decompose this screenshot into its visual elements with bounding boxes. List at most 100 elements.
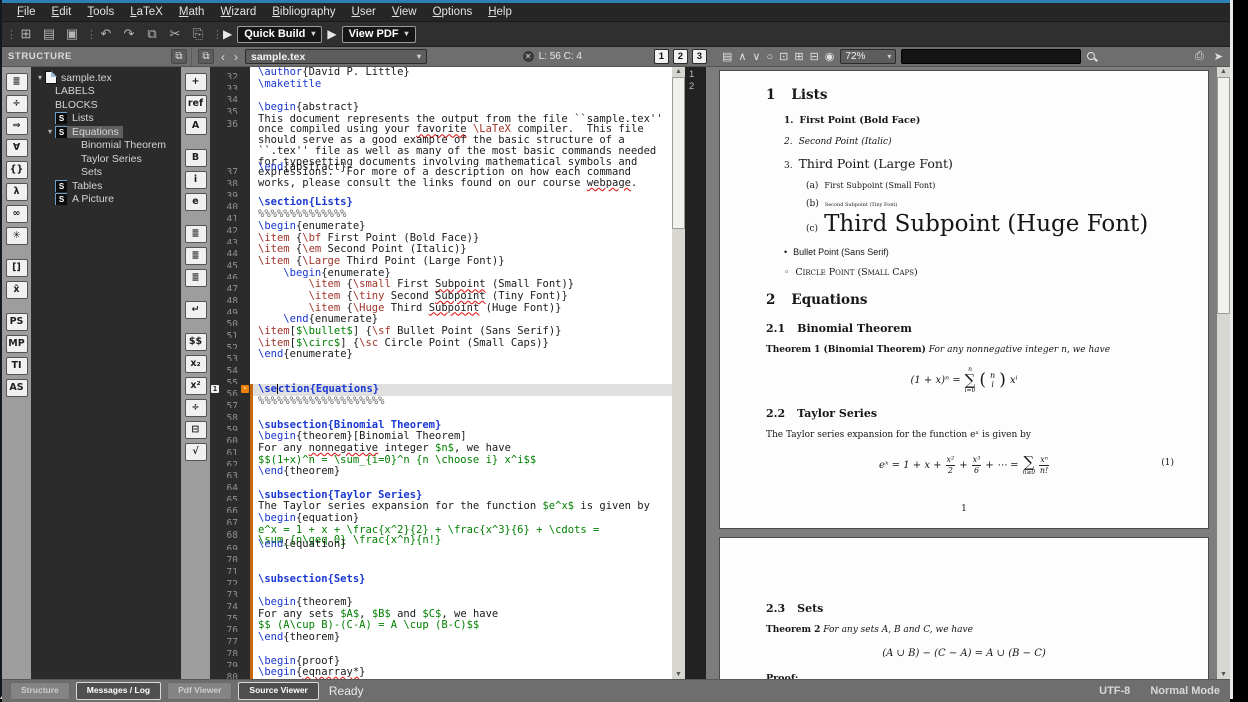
pstricks-icon[interactable]: PS <box>6 313 28 331</box>
accents-icon[interactable]: x̄ <box>6 281 28 299</box>
statusbar-tab-messages-log[interactable]: Messages / Log <box>76 682 161 700</box>
fold-marker-icon[interactable]: - <box>241 385 249 393</box>
tikz-icon[interactable]: TI <box>6 357 28 375</box>
close-file-icon[interactable]: ✕ <box>523 51 534 62</box>
menu-options[interactable]: Options <box>426 5 480 19</box>
bold-icon[interactable]: B <box>185 149 207 167</box>
continuous-view-icon[interactable]: ⊟ <box>809 50 820 63</box>
code-text[interactable]: %%%%%%%%%%%%%%%%%%%% <box>253 396 672 408</box>
structure-item-sample-tex[interactable]: ▾sample.tex <box>31 71 181 85</box>
structure-item-blocks[interactable]: BLOCKS <box>31 98 181 112</box>
menu-tools[interactable]: Tools <box>80 5 121 19</box>
code-text[interactable] <box>253 174 672 186</box>
scroll-up-icon[interactable]: ▲ <box>675 67 682 76</box>
expander-icon[interactable]: ▾ <box>45 127 55 136</box>
align-left-icon[interactable]: ≣ <box>185 225 207 243</box>
code-text[interactable]: e^x = 1 + x + \frac{x^2}{2} + \frac{x^3}… <box>253 525 672 539</box>
emph-icon[interactable]: e <box>185 193 207 211</box>
editor-view-2-button[interactable]: 2 <box>673 49 688 64</box>
pdf-page-list-item[interactable]: 1 <box>685 69 706 81</box>
frac-icon[interactable]: ÷ <box>185 399 207 417</box>
run-viewpdf-icon[interactable]: ▶ <box>327 27 336 41</box>
code-text[interactable] <box>253 550 672 562</box>
menu-wizard[interactable]: Wizard <box>213 5 263 19</box>
copy-icon[interactable]: ⧉ <box>143 25 161 43</box>
scroll-down-icon[interactable]: ▼ <box>675 670 682 679</box>
structure-item-labels[interactable]: LABELS <box>31 85 181 99</box>
structure-item-lists[interactable]: SLists <box>31 112 181 126</box>
align-center-icon[interactable]: ≣ <box>185 247 207 265</box>
left-delimiters-icon[interactable]: [] <box>6 259 28 277</box>
code-text[interactable]: \maketitle <box>253 79 672 91</box>
code-text[interactable]: \begin{eqnarray*} <box>253 667 672 679</box>
math-mode-icon[interactable]: $$ <box>185 333 207 351</box>
subscript-icon[interactable]: x₂ <box>185 355 207 373</box>
cut-icon[interactable]: ✂ <box>166 25 184 43</box>
menu-help[interactable]: Help <box>481 5 519 19</box>
editor-line-57[interactable]: 57%%%%%%%%%%%%%%%%%%%% <box>210 396 672 408</box>
editor-view-3-button[interactable]: 3 <box>692 49 707 64</box>
statusbar-tab-pdf-viewer[interactable]: Pdf Viewer <box>167 682 232 700</box>
next-page-icon[interactable]: ∨ <box>751 50 761 63</box>
pdf-search-input[interactable] <box>901 49 1081 64</box>
newline-icon[interactable]: ↵ <box>185 301 207 319</box>
save-icon[interactable]: ▣ <box>63 25 81 43</box>
pdf-scrollbar-thumb[interactable] <box>1217 77 1230 314</box>
editor-line-33[interactable]: 33\maketitle <box>210 79 672 91</box>
fit-width-icon[interactable]: ⊡ <box>778 50 789 63</box>
editor-line-37[interactable]: 37\end{abstract} <box>210 162 672 174</box>
detach-structure-icon[interactable]: ⧉ <box>171 49 187 64</box>
arrow-symbols-icon[interactable]: ⇒ <box>6 117 28 135</box>
source-editor[interactable]: 32\author{David P. Little}33\maketitle34… <box>210 67 672 679</box>
quick-build-dropdown[interactable]: Quick Build ▾ <box>237 26 322 43</box>
relation-symbols-icon[interactable]: ÷ <box>6 95 28 113</box>
editor-line-80[interactable]: 80\begin{eqnarray*} <box>210 667 672 679</box>
statusbar-tab-source-viewer[interactable]: Source Viewer <box>238 682 318 700</box>
pdf-zoom-selector[interactable]: 72% ▾ <box>840 49 896 64</box>
original-size-icon[interactable]: ○ <box>765 51 774 63</box>
sqrt-icon[interactable]: √ <box>185 443 207 461</box>
editor-line-53[interactable]: 53\end{enumerate} <box>210 349 672 361</box>
scroll-up-icon[interactable]: ▲ <box>1220 67 1227 76</box>
open-file-selector[interactable]: sample.tex ▾ <box>245 49 427 64</box>
pdf-viewer[interactable]: 1Lists 1.First Point (Bold Face)2.Second… <box>706 67 1217 679</box>
editor-line-54[interactable]: 54 <box>210 361 672 373</box>
structure-item-binomial-theorem[interactable]: Binomial Theorem <box>31 139 181 153</box>
scroll-down-icon[interactable]: ▼ <box>1220 670 1227 679</box>
metapost-icon[interactable]: MP <box>6 335 28 353</box>
delimiters-symbols-icon[interactable]: {} <box>6 161 28 179</box>
structure-item-sets[interactable]: Sets <box>31 166 181 180</box>
superscript-icon[interactable]: x² <box>185 377 207 395</box>
code-text[interactable]: \end{theorem} <box>253 466 672 478</box>
undo-icon[interactable]: ↶ <box>97 25 115 43</box>
editor-scrollbar[interactable]: ▲ ▼ <box>672 67 685 679</box>
menu-file[interactable]: File <box>10 5 43 19</box>
structure-item-equations[interactable]: ▾SEquations <box>31 125 181 139</box>
previous-page-icon[interactable]: ∧ <box>737 50 747 63</box>
asymptote-icon[interactable]: AS <box>6 379 28 397</box>
footnote-icon[interactable]: A <box>185 117 207 135</box>
editor-line-63[interactable]: 63\end{theorem} <box>210 466 672 478</box>
run-quickbuild-icon[interactable]: ▶ <box>223 27 232 41</box>
pdf-toc-icon[interactable]: ▤ <box>721 50 733 63</box>
editor-line-70[interactable]: 70 <box>210 550 672 562</box>
align-right-icon[interactable]: ≣ <box>185 269 207 287</box>
ref-icon[interactable]: ref <box>185 95 207 113</box>
editor-line-69[interactable]: 69\end{equation} <box>210 539 672 551</box>
code-text[interactable] <box>253 361 672 373</box>
editor-line-38[interactable]: 38 <box>210 174 672 186</box>
search-icon[interactable] <box>1086 51 1098 63</box>
fit-page-icon[interactable]: ⊞ <box>793 50 804 63</box>
menu-edit[interactable]: Edit <box>45 5 79 19</box>
italic-icon[interactable]: i <box>185 171 207 189</box>
label-icon[interactable]: + <box>185 73 207 91</box>
greek-symbols-icon[interactable]: λ <box>6 183 28 201</box>
editor-line-77[interactable]: 77\end{theorem} <box>210 632 672 644</box>
open-file-icon[interactable]: ▤ <box>40 25 58 43</box>
editor-scrollbar-thumb[interactable] <box>672 77 685 229</box>
split-editor-icon[interactable]: ⧉ <box>198 49 214 64</box>
code-text[interactable]: \end{abstract} <box>253 162 672 174</box>
expander-icon[interactable]: ▾ <box>35 73 45 82</box>
editor-line-68[interactable]: 68e^x = 1 + x + \frac{x^2}{2} + \frac{x^… <box>210 525 672 539</box>
pdf-page-list[interactable]: 12 <box>685 67 706 679</box>
